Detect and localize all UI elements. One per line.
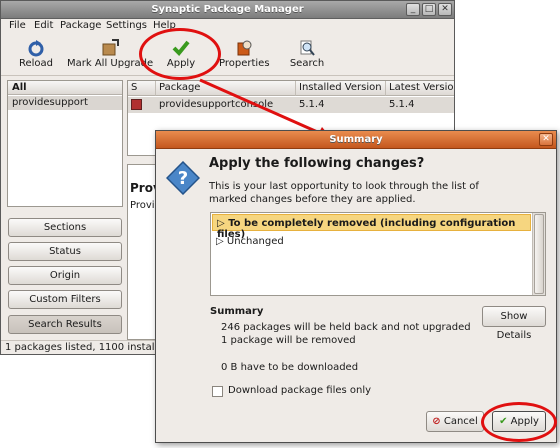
- show-details-button[interactable]: Show Details: [482, 306, 546, 341]
- dialog-subtext: This is your last opportunity to look th…: [209, 181, 479, 205]
- expander-icon[interactable]: ▷: [217, 218, 225, 229]
- changes-tree[interactable]: ▷ To be completely removed (including co…: [210, 212, 546, 296]
- annotation-circle-dialog-apply: [481, 402, 557, 442]
- changes-scrollbar[interactable]: [532, 213, 545, 295]
- tree-row-unchanged-label: Unchanged: [226, 236, 284, 247]
- summary-line-removed: 1 package will be removed: [221, 335, 356, 346]
- summary-line-download: 0 B have to be downloaded: [221, 362, 359, 373]
- dialog-titlebar[interactable]: Summary ✕: [156, 131, 556, 149]
- download-only-checkbox[interactable]: [212, 386, 223, 397]
- dialog-heading: Apply the following changes?: [209, 156, 425, 171]
- summary-dialog: Summary ✕ ? Apply the following changes?…: [155, 130, 557, 443]
- scrollbar-thumb[interactable]: [534, 214, 544, 294]
- summary-label: Summary: [210, 306, 264, 317]
- question-icon: ?: [166, 161, 200, 195]
- expander-icon[interactable]: ▷: [216, 236, 224, 247]
- cancel-button[interactable]: ⊘ Cancel: [426, 411, 484, 432]
- download-only-label[interactable]: Download package files only: [228, 385, 371, 396]
- show-details-label: Show Details: [496, 311, 532, 341]
- summary-line-held-back: 246 packages will be held back and not u…: [221, 322, 471, 333]
- svg-text:?: ?: [178, 168, 188, 189]
- dialog-close-icon[interactable]: ✕: [539, 133, 553, 146]
- cancel-icon: ⊘: [432, 416, 441, 427]
- tree-row-removed[interactable]: ▷ To be completely removed (including co…: [212, 214, 531, 240]
- tree-row-unchanged[interactable]: ▷ Unchanged: [212, 233, 531, 250]
- cancel-label: Cancel: [443, 416, 478, 427]
- dialog-title: Summary: [329, 134, 383, 145]
